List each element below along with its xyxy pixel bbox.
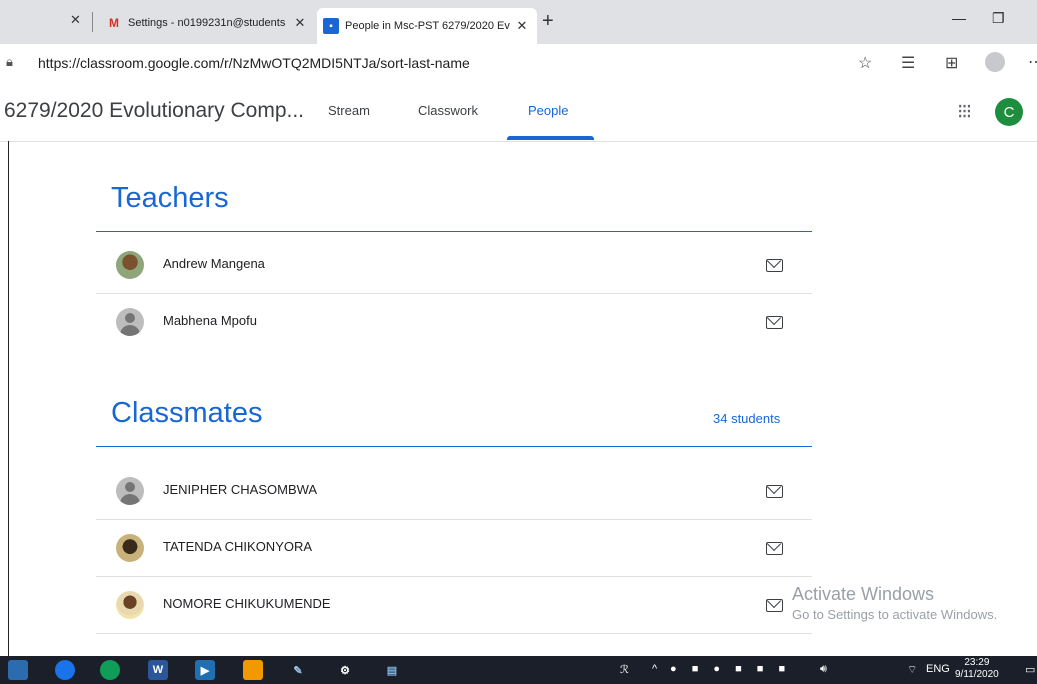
- email-icon[interactable]: [766, 542, 783, 555]
- tab-close-icon[interactable]: ✕: [291, 15, 309, 31]
- class-title[interactable]: 6279/2020 Evolutionary Comp...: [4, 99, 304, 123]
- tab-settings[interactable]: M Settings - n0199231n@students ✕: [100, 8, 315, 38]
- profile-icon[interactable]: [985, 52, 1005, 72]
- email-icon[interactable]: [766, 485, 783, 498]
- volume-icon[interactable]: 🔊︎: [820, 663, 827, 676]
- chevron-up-icon[interactable]: ^: [652, 663, 657, 675]
- clock[interactable]: 23:29 9/11/2020: [955, 657, 999, 681]
- gear-icon[interactable]: ⚙: [335, 660, 355, 680]
- page-edge: [8, 141, 9, 656]
- person-name: NOMORE CHIKUKUMENDE: [163, 596, 331, 611]
- apps-grid-icon[interactable]: ⁝⁝⁝: [957, 99, 972, 124]
- student-count: 34 students: [713, 411, 781, 426]
- lock-icon[interactable]: 🔒︎: [6, 54, 13, 70]
- network-drive-icon[interactable]: ▤: [382, 660, 402, 680]
- email-icon[interactable]: [766, 259, 783, 272]
- email-icon[interactable]: [766, 316, 783, 329]
- collections-icon[interactable]: ⊞: [945, 53, 958, 73]
- pdf-icon[interactable]: [243, 660, 263, 680]
- tray-icons[interactable]: ● ■ ● ■ ■ ■: [670, 663, 791, 675]
- browser-tab-strip: ✕ M Settings - n0199231n@students ✕ ▪ Pe…: [0, 0, 1037, 45]
- url-field[interactable]: https://classroom.google.com/r/NzMwOTQ2M…: [38, 55, 470, 71]
- teachers-heading: Teachers: [111, 182, 229, 214]
- tab-title: People in Msc-PST 6279/2020 Ev: [345, 20, 510, 32]
- clock-date: 9/11/2020: [955, 669, 999, 680]
- person-name: JENIPHER CHASOMBWA: [163, 482, 318, 497]
- classroom-icon: ▪: [323, 18, 339, 34]
- divider: [96, 231, 812, 232]
- tab-people[interactable]: People: [528, 103, 568, 118]
- notification-icon[interactable]: ▭: [1025, 663, 1035, 676]
- tab-divider: [92, 12, 93, 32]
- avatar: [116, 477, 144, 505]
- list-item[interactable]: Mabhena Mpofu: [96, 294, 812, 350]
- wifi-icon[interactable]: ⌔: [907, 663, 917, 677]
- language-indicator[interactable]: ENG: [926, 663, 950, 675]
- person-name: TATENDA CHIKONYORA: [163, 539, 313, 554]
- person-name: Andrew Mangena: [163, 256, 265, 271]
- avatar[interactable]: C: [995, 98, 1023, 126]
- chrome-icon[interactable]: [55, 660, 75, 680]
- tab-close-icon[interactable]: ✕: [513, 18, 531, 34]
- active-tab-indicator: [507, 136, 594, 140]
- file-explorer-icon[interactable]: [8, 660, 28, 680]
- avatar: [116, 308, 144, 336]
- list-item[interactable]: TATENDA CHIKONYORA: [96, 520, 812, 577]
- windows-taskbar: W ▶ ✎ ⚙ ▤ ℛ ^ ● ■ ● ■ ■ ■ 🔊︎ ⌔ ENG 23:29…: [0, 656, 1037, 684]
- gmail-icon: M: [109, 16, 119, 30]
- tab-stream[interactable]: Stream: [328, 103, 370, 118]
- classmates-heading: Classmates: [111, 397, 263, 429]
- more-icon[interactable]: ⋯: [1028, 52, 1037, 72]
- edge-icon[interactable]: [100, 660, 120, 680]
- minimize-button[interactable]: —: [952, 10, 966, 26]
- tab-title: Settings - n0199231n@students: [128, 17, 286, 29]
- tab-classwork[interactable]: Classwork: [418, 103, 478, 118]
- tab-people[interactable]: ▪ People in Msc-PST 6279/2020 Ev ✕: [317, 8, 537, 44]
- media-player-icon[interactable]: ▶: [195, 660, 215, 680]
- activation-watermark-title: Activate Windows: [792, 584, 935, 604]
- restore-button[interactable]: ❐: [992, 10, 1005, 27]
- avatar: [116, 251, 144, 279]
- word-icon[interactable]: W: [148, 660, 168, 680]
- classroom-header: 6279/2020 Evolutionary Comp... Stream Cl…: [0, 81, 1037, 142]
- people-icon[interactable]: ℛ: [620, 663, 629, 676]
- list-item[interactable]: NOMORE CHIKUKUMENDE: [96, 577, 812, 634]
- favorites-icon[interactable]: ☰: [901, 53, 915, 73]
- list-item[interactable]: Andrew Mangena: [96, 237, 812, 294]
- avatar: [116, 591, 144, 619]
- person-name: Mabhena Mpofu: [163, 313, 257, 328]
- star-icon[interactable]: ☆: [858, 53, 872, 73]
- address-bar: 🔒︎ https://classroom.google.com/r/NzMwOT…: [0, 44, 1037, 82]
- divider: [96, 446, 812, 447]
- close-icon[interactable]: ✕: [70, 12, 81, 28]
- new-tab-button[interactable]: +: [542, 11, 554, 31]
- pen-icon[interactable]: ✎: [288, 660, 308, 680]
- list-item[interactable]: JENIPHER CHASOMBWA: [96, 463, 812, 520]
- clock-time: 23:29: [964, 657, 990, 668]
- activation-watermark-text: Go to Settings to activate Windows.: [792, 607, 998, 622]
- avatar: [116, 534, 144, 562]
- email-icon[interactable]: [766, 599, 783, 612]
